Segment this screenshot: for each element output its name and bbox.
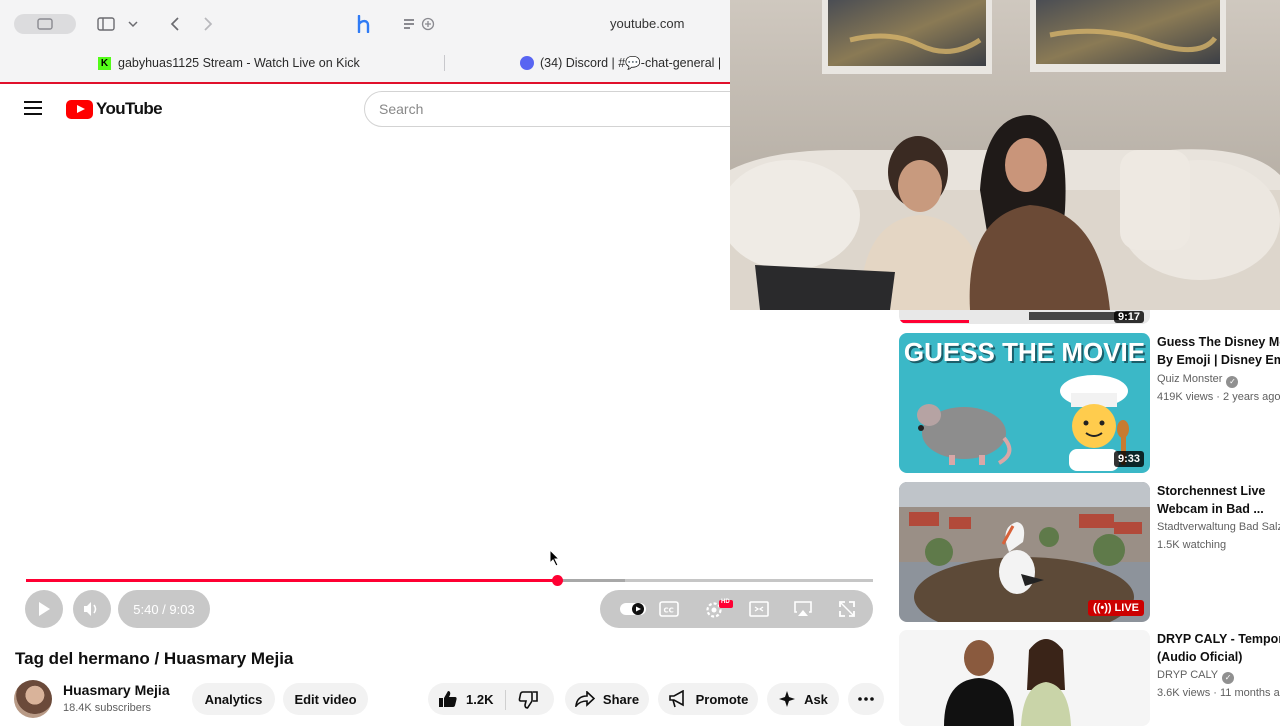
ask-button[interactable]: Ask <box>767 683 839 715</box>
analytics-button[interactable]: Analytics <box>192 683 275 715</box>
verified-icon: ✓ <box>1226 376 1239 388</box>
thumbs-down-icon[interactable] <box>518 690 540 715</box>
title-line: Webcam in Bad ... <box>1157 502 1264 516</box>
share-icon <box>575 691 595 707</box>
recommendation-title[interactable]: Guess The Disney Mo By Emoji | Disney Em <box>1157 333 1280 369</box>
recommendation-title[interactable]: Storchennest Live Webcam in Bad ... <box>1157 482 1280 518</box>
title-line: Guess The Disney Mo <box>1157 335 1280 349</box>
page-load-indicator <box>0 82 730 84</box>
volume-icon <box>84 602 97 616</box>
watched-progress <box>899 320 969 323</box>
window-switcher-button[interactable] <box>14 14 76 34</box>
recommendation-meta: 3.6K views · 11 months a <box>1157 687 1280 699</box>
title-line: By Emoji | Disney Em <box>1157 353 1280 367</box>
megaphone-icon <box>668 690 684 708</box>
rat-emoji-icon <box>917 404 1012 465</box>
tab-label: gabyhuas1125 Stream - Watch Live on Kick <box>118 56 360 70</box>
browser-toolbar: youtube.com K gabyhuas1125 Stream - Watc… <box>0 0 730 84</box>
edit-video-button[interactable]: Edit video <box>283 683 368 715</box>
captions-icon[interactable]: CC <box>658 599 680 619</box>
video-title: Tag del hermano / Huasmary Mejia <box>15 649 294 668</box>
settings-button[interactable]: HD <box>702 599 736 619</box>
thumbs-up-icon[interactable] <box>438 690 458 708</box>
search-input[interactable]: Search <box>364 91 744 127</box>
play-icon <box>39 602 50 616</box>
volume-button[interactable] <box>73 590 111 628</box>
discord-icon <box>520 56 534 70</box>
share-button[interactable]: Share <box>565 683 649 715</box>
like-count[interactable]: 1.2K <box>466 692 493 707</box>
recommendation-thumbnail-partial[interactable]: 9:17 <box>899 310 1150 324</box>
recommendation-channel[interactable]: DRYP CALY ✓ <box>1157 669 1280 684</box>
recommendation-channel[interactable]: Quiz Monster ✓ <box>1157 373 1280 388</box>
video-duration: 9:33 <box>1113 451 1144 467</box>
artist-photo-image <box>899 630 1150 726</box>
youtube-logo[interactable]: YouTube <box>66 99 163 119</box>
verified-icon: ✓ <box>1222 672 1235 684</box>
svg-text:CC: CC <box>664 607 674 615</box>
honey-extension-icon[interactable] <box>352 12 376 36</box>
progress-scrubber[interactable] <box>551 575 563 586</box>
kick-icon: K <box>98 56 111 70</box>
sparkle-icon <box>779 691 796 707</box>
hd-badge: HD <box>721 599 730 605</box>
fullscreen-icon[interactable] <box>836 599 858 619</box>
progress-played <box>26 579 558 582</box>
back-arrow-icon[interactable] <box>163 12 187 36</box>
recommendation-thumbnail[interactable]: ((•)) LIVE <box>899 482 1150 622</box>
tab-divider <box>444 55 445 71</box>
webcam-overlay <box>730 0 1280 310</box>
share-label: Share <box>602 691 640 707</box>
promote-label: Promote <box>695 691 749 707</box>
time-display: 5:40 / 9:03 <box>118 590 210 628</box>
live-badge: ((•)) LIVE <box>1088 600 1144 616</box>
title-line: DRYP CALY - Tempora <box>1157 632 1280 646</box>
youtube-wordmark: YouTube <box>96 99 163 118</box>
more-horizontal-icon <box>858 697 874 701</box>
tab-label: (34) Discord | #💬-chat-general | <box>540 55 722 70</box>
channel-name[interactable]: Huasmary Mejia <box>63 682 170 698</box>
promote-button[interactable]: Promote <box>658 683 758 715</box>
youtube-play-icon <box>66 99 93 119</box>
recommendation-meta: 419K views · 2 years ago <box>1157 391 1280 403</box>
recommendation-meta: 1.5K watching <box>1157 539 1227 551</box>
reader-add-icon[interactable] <box>400 12 438 36</box>
tab-bar: K gabyhuas1125 Stream - Watch Live on Ki… <box>0 50 730 76</box>
title-line: Storchennest Live <box>1157 484 1266 498</box>
recommendation-title[interactable]: DRYP CALY - Tempora (Audio Oficial) <box>1157 630 1280 666</box>
channel-label: DRYP CALY <box>1157 669 1219 681</box>
mouse-cursor <box>549 548 561 572</box>
miniplayer-icon[interactable] <box>748 599 770 619</box>
tab-discord[interactable]: (34) Discord | #💬-chat-general | <box>520 50 730 76</box>
title-line: (Audio Oficial) <box>1157 650 1243 664</box>
chevron-down-icon[interactable] <box>121 12 145 36</box>
like-divider <box>505 690 506 710</box>
address-bar[interactable]: youtube.com <box>610 16 684 31</box>
forward-arrow-icon[interactable] <box>196 12 220 36</box>
recommendation-thumbnail[interactable]: GUESS THE MOVIE 9:33 <box>899 333 1150 473</box>
channel-label: Quiz Monster <box>1157 373 1223 385</box>
more-actions-button[interactable] <box>848 683 884 715</box>
recommendation-thumbnail[interactable] <box>899 630 1150 726</box>
ask-label: Ask <box>804 691 828 707</box>
avatar[interactable] <box>14 680 52 718</box>
menu-icon[interactable] <box>24 101 42 115</box>
recommendation-channel[interactable]: Stadtverwaltung Bad Salz <box>1157 521 1280 533</box>
video-duration: 9:17 <box>1113 311 1144 323</box>
autoplay-toggle[interactable] <box>620 599 646 619</box>
subscriber-count: 18.4K subscribers <box>63 702 152 714</box>
live-label: LIVE <box>1114 602 1139 614</box>
player-right-controls: CC HD <box>600 590 873 628</box>
sidebar-toggle-icon[interactable] <box>94 12 118 36</box>
search-placeholder: Search <box>379 101 424 117</box>
play-button[interactable] <box>25 590 63 628</box>
thumbnail-text: GUESS THE MOVIE <box>903 337 1146 367</box>
tab-kick-stream[interactable]: K gabyhuas1125 Stream - Watch Live on Ki… <box>98 50 438 76</box>
airplay-icon[interactable] <box>792 599 814 619</box>
